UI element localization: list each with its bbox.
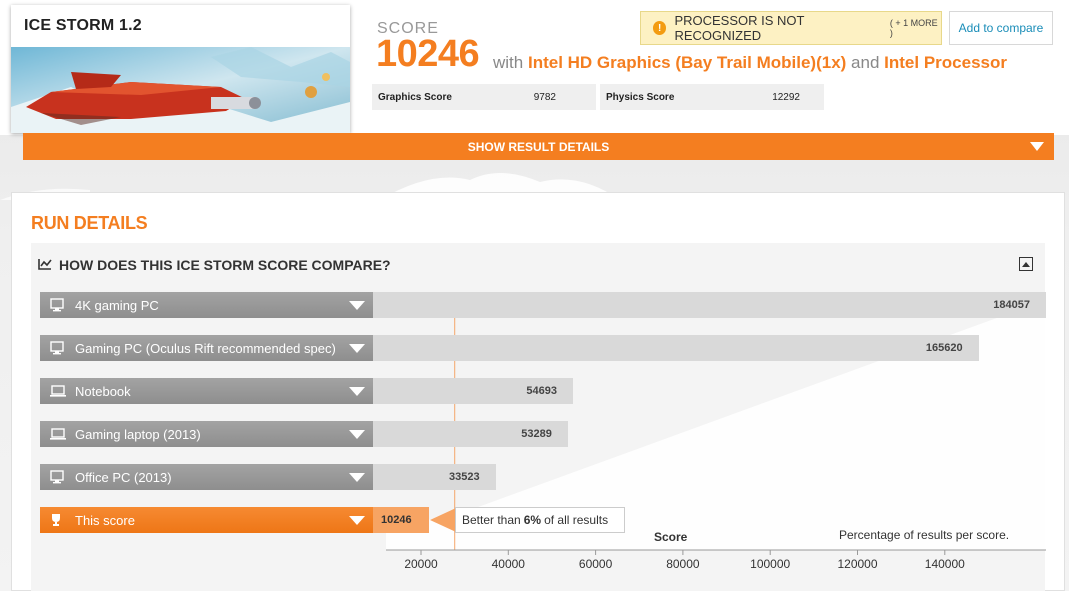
x-tick-label: 100000 <box>750 557 791 571</box>
chevron-down-icon[interactable] <box>349 473 365 482</box>
trophy-icon <box>49 513 63 530</box>
chevron-down-icon[interactable] <box>349 430 365 439</box>
chevron-down-icon[interactable] <box>349 516 365 525</box>
comparison-row-3[interactable]: Gaming laptop (2013) <box>40 421 373 447</box>
chevron-down-icon[interactable] <box>349 344 365 353</box>
tooltip-prefix: Better than <box>462 513 521 527</box>
comparison-row-4[interactable]: Office PC (2013) <box>40 464 373 490</box>
comparison-bar-5: 10246 <box>373 507 429 533</box>
comparison-row-label: Office PC (2013) <box>75 469 172 485</box>
comparison-bar-2: 54693 <box>373 378 573 404</box>
comparison-row-label: Gaming PC (Oculus Rift recommended spec) <box>75 340 336 356</box>
x-tick-label: 20000 <box>404 557 438 571</box>
comparison-row-5[interactable]: This score <box>40 507 373 533</box>
distribution-label: Percentage of results per score. <box>839 528 1010 542</box>
comparison-bar-4: 33523 <box>373 464 496 490</box>
comparison-row-label: Notebook <box>75 383 131 399</box>
x-tick-label: 120000 <box>837 557 878 571</box>
comparison-bar-3: 53289 <box>373 421 568 447</box>
x-tick-label: 80000 <box>666 557 700 571</box>
chevron-down-icon[interactable] <box>349 387 365 396</box>
tooltip-suffix: of all results <box>544 513 609 527</box>
comparison-bar-0: 184057 <box>373 292 1046 318</box>
comparison-row-label: Gaming laptop (2013) <box>75 426 201 442</box>
x-tick-label: 60000 <box>578 557 613 571</box>
tooltip-percent: 6% <box>523 513 542 527</box>
desktop-icon <box>49 341 65 358</box>
score-tooltip: Better than 6% of all results <box>455 507 625 533</box>
comparison-row-2[interactable]: Notebook <box>40 378 373 404</box>
comparison-bar-1: 165620 <box>373 335 979 361</box>
comparison-row-label: This score <box>75 512 135 528</box>
x-tick-label: 140000 <box>924 557 965 571</box>
comparison-row-0[interactable]: 4K gaming PC <box>40 292 373 318</box>
comparison-row-1[interactable]: Gaming PC (Oculus Rift recommended spec) <box>40 335 373 361</box>
chevron-down-icon[interactable] <box>349 301 365 310</box>
desktop-icon <box>49 470 65 487</box>
x-axis-label: Score <box>654 530 688 544</box>
comparison-row-label: 4K gaming PC <box>75 297 159 313</box>
desktop-icon <box>49 298 65 315</box>
laptop-icon <box>49 384 67 401</box>
laptop-icon <box>49 427 67 444</box>
x-tick-label: 40000 <box>491 557 525 571</box>
